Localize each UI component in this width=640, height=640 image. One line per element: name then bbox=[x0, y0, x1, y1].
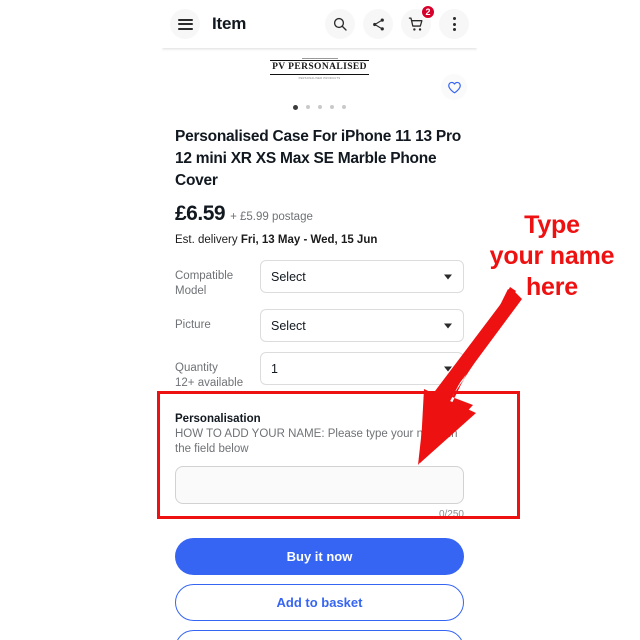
share-icon bbox=[372, 18, 384, 30]
select-value: Select bbox=[271, 318, 306, 333]
gallery-dot[interactable] bbox=[292, 104, 299, 110]
search-button[interactable] bbox=[325, 9, 355, 39]
add-to-watchlist-button[interactable]: Add to watchlist bbox=[175, 630, 464, 640]
option-label: Quantity 12+ available bbox=[175, 352, 260, 391]
product-gallery[interactable]: PV PERSONALISED PERSONALISED PRODUCTS bbox=[162, 48, 477, 120]
brand-logo-subtext: PERSONALISED PRODUCTS bbox=[298, 76, 341, 80]
action-buttons: Buy it now Add to basket Add to watchlis… bbox=[162, 530, 477, 640]
annotation-line-2: your name bbox=[489, 242, 615, 270]
app-header: Item 2 bbox=[162, 0, 477, 48]
character-counter: 0/250 bbox=[438, 509, 464, 520]
option-label-text: Compatible Model bbox=[175, 270, 234, 297]
delivery-dates: Fri, 13 May - Wed, 15 Jun bbox=[240, 234, 378, 246]
product-price: £6.59 bbox=[175, 202, 226, 225]
delivery-label: Est. delivery bbox=[175, 234, 241, 246]
heart-outline-icon bbox=[447, 81, 461, 93]
page-title: Item bbox=[212, 14, 247, 33]
brand-logo-text: PV PERSONALISED bbox=[270, 60, 369, 75]
share-button[interactable] bbox=[363, 9, 393, 39]
annotation-line-1: Type bbox=[524, 211, 580, 239]
cart-button[interactable]: 2 bbox=[401, 5, 435, 39]
hamburger-menu-button[interactable] bbox=[170, 9, 200, 39]
delivery-estimate: Est. delivery Fri, 13 May - Wed, 15 Jun bbox=[175, 234, 464, 246]
option-label: Picture bbox=[175, 309, 260, 333]
product-title: Personalised Case For iPhone 11 13 Pro 1… bbox=[175, 128, 461, 189]
hamburger-menu-icon bbox=[177, 18, 193, 30]
option-label-text: Picture bbox=[175, 319, 211, 331]
search-icon bbox=[333, 17, 347, 31]
availability-text: 12+ available bbox=[175, 377, 244, 389]
option-label-text: Quantity bbox=[175, 362, 218, 374]
buy-it-now-button[interactable]: Buy it now bbox=[175, 538, 464, 575]
chevron-down-icon bbox=[444, 274, 452, 279]
more-vertical-icon bbox=[452, 17, 456, 31]
annotation-arrow bbox=[418, 287, 522, 465]
gallery-dots[interactable] bbox=[162, 104, 477, 110]
option-label: Compatible Model bbox=[175, 260, 260, 299]
cart-badge: 2 bbox=[421, 5, 435, 19]
logo-rule bbox=[301, 58, 338, 59]
favorite-button[interactable] bbox=[441, 74, 467, 100]
select-value: 1 bbox=[271, 361, 278, 376]
product-image[interactable]: PV PERSONALISED PERSONALISED PRODUCTS bbox=[162, 58, 477, 81]
select-value: Select bbox=[271, 269, 306, 284]
postage-cost: + £5.99 postage bbox=[230, 211, 313, 223]
more-options-button[interactable] bbox=[439, 9, 469, 39]
brand-logo: PV PERSONALISED PERSONALISED PRODUCTS bbox=[270, 58, 369, 81]
header-actions: 2 bbox=[325, 5, 469, 39]
shopping-cart-icon bbox=[408, 16, 423, 31]
gallery-dot[interactable] bbox=[330, 105, 335, 110]
add-to-basket-button[interactable]: Add to basket bbox=[175, 584, 464, 621]
gallery-dot[interactable] bbox=[342, 105, 347, 110]
gallery-dot[interactable] bbox=[306, 105, 311, 110]
price-row: £6.59 + £5.99 postage bbox=[175, 202, 464, 226]
gallery-dot[interactable] bbox=[318, 105, 323, 110]
